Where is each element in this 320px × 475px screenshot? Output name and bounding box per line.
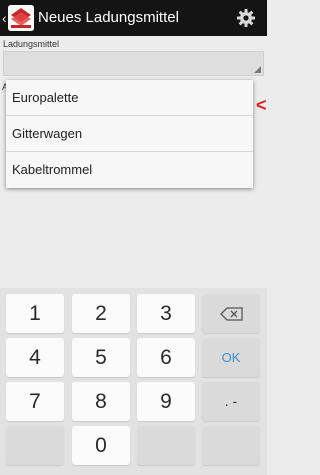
key-8[interactable]: 8 <box>72 382 130 421</box>
dropdown-option-europalette[interactable]: Europalette <box>6 80 253 116</box>
key-0[interactable]: 0 <box>72 426 130 465</box>
key-6[interactable]: 6 <box>137 338 195 377</box>
page-title: Neues Ladungsmittel <box>38 9 179 26</box>
ladungsmittel-select[interactable] <box>3 51 264 76</box>
chevron-left-icon[interactable]: < <box>256 95 267 115</box>
key-1[interactable]: 1 <box>6 294 64 333</box>
ok-key[interactable]: OK <box>202 338 260 377</box>
blank-key-right <box>202 426 260 465</box>
blank-key-left <box>6 426 64 465</box>
blank-key-middle <box>137 426 195 465</box>
backspace-icon <box>220 307 243 321</box>
action-bar: ‹ Neues Ladungsmittel <box>0 0 267 36</box>
dropdown-option-gitterwagen[interactable]: Gitterwagen <box>6 116 253 152</box>
key-5[interactable]: 5 <box>72 338 130 377</box>
dot-dash-key[interactable]: . - <box>202 382 260 421</box>
key-2[interactable]: 2 <box>72 294 130 333</box>
key-4[interactable]: 4 <box>6 338 64 377</box>
dropdown-indicator-icon <box>254 66 261 73</box>
backspace-key[interactable] <box>202 294 260 333</box>
key-9[interactable]: 9 <box>137 382 195 421</box>
field-label-ladungsmittel: Ladungsmittel <box>3 39 60 49</box>
key-7[interactable]: 7 <box>6 382 64 421</box>
dropdown-list: Europalette Gitterwagen Kabeltrommel <box>6 80 253 188</box>
dropdown-option-kabeltrommel[interactable]: Kabeltrommel <box>6 152 253 188</box>
key-3[interactable]: 3 <box>137 294 195 333</box>
gear-icon[interactable] <box>236 8 256 28</box>
numeric-keyboard: 1 2 3 4 5 6 OK 7 8 9 . - 0 <box>0 288 267 475</box>
app-logo-icon[interactable] <box>8 5 34 31</box>
